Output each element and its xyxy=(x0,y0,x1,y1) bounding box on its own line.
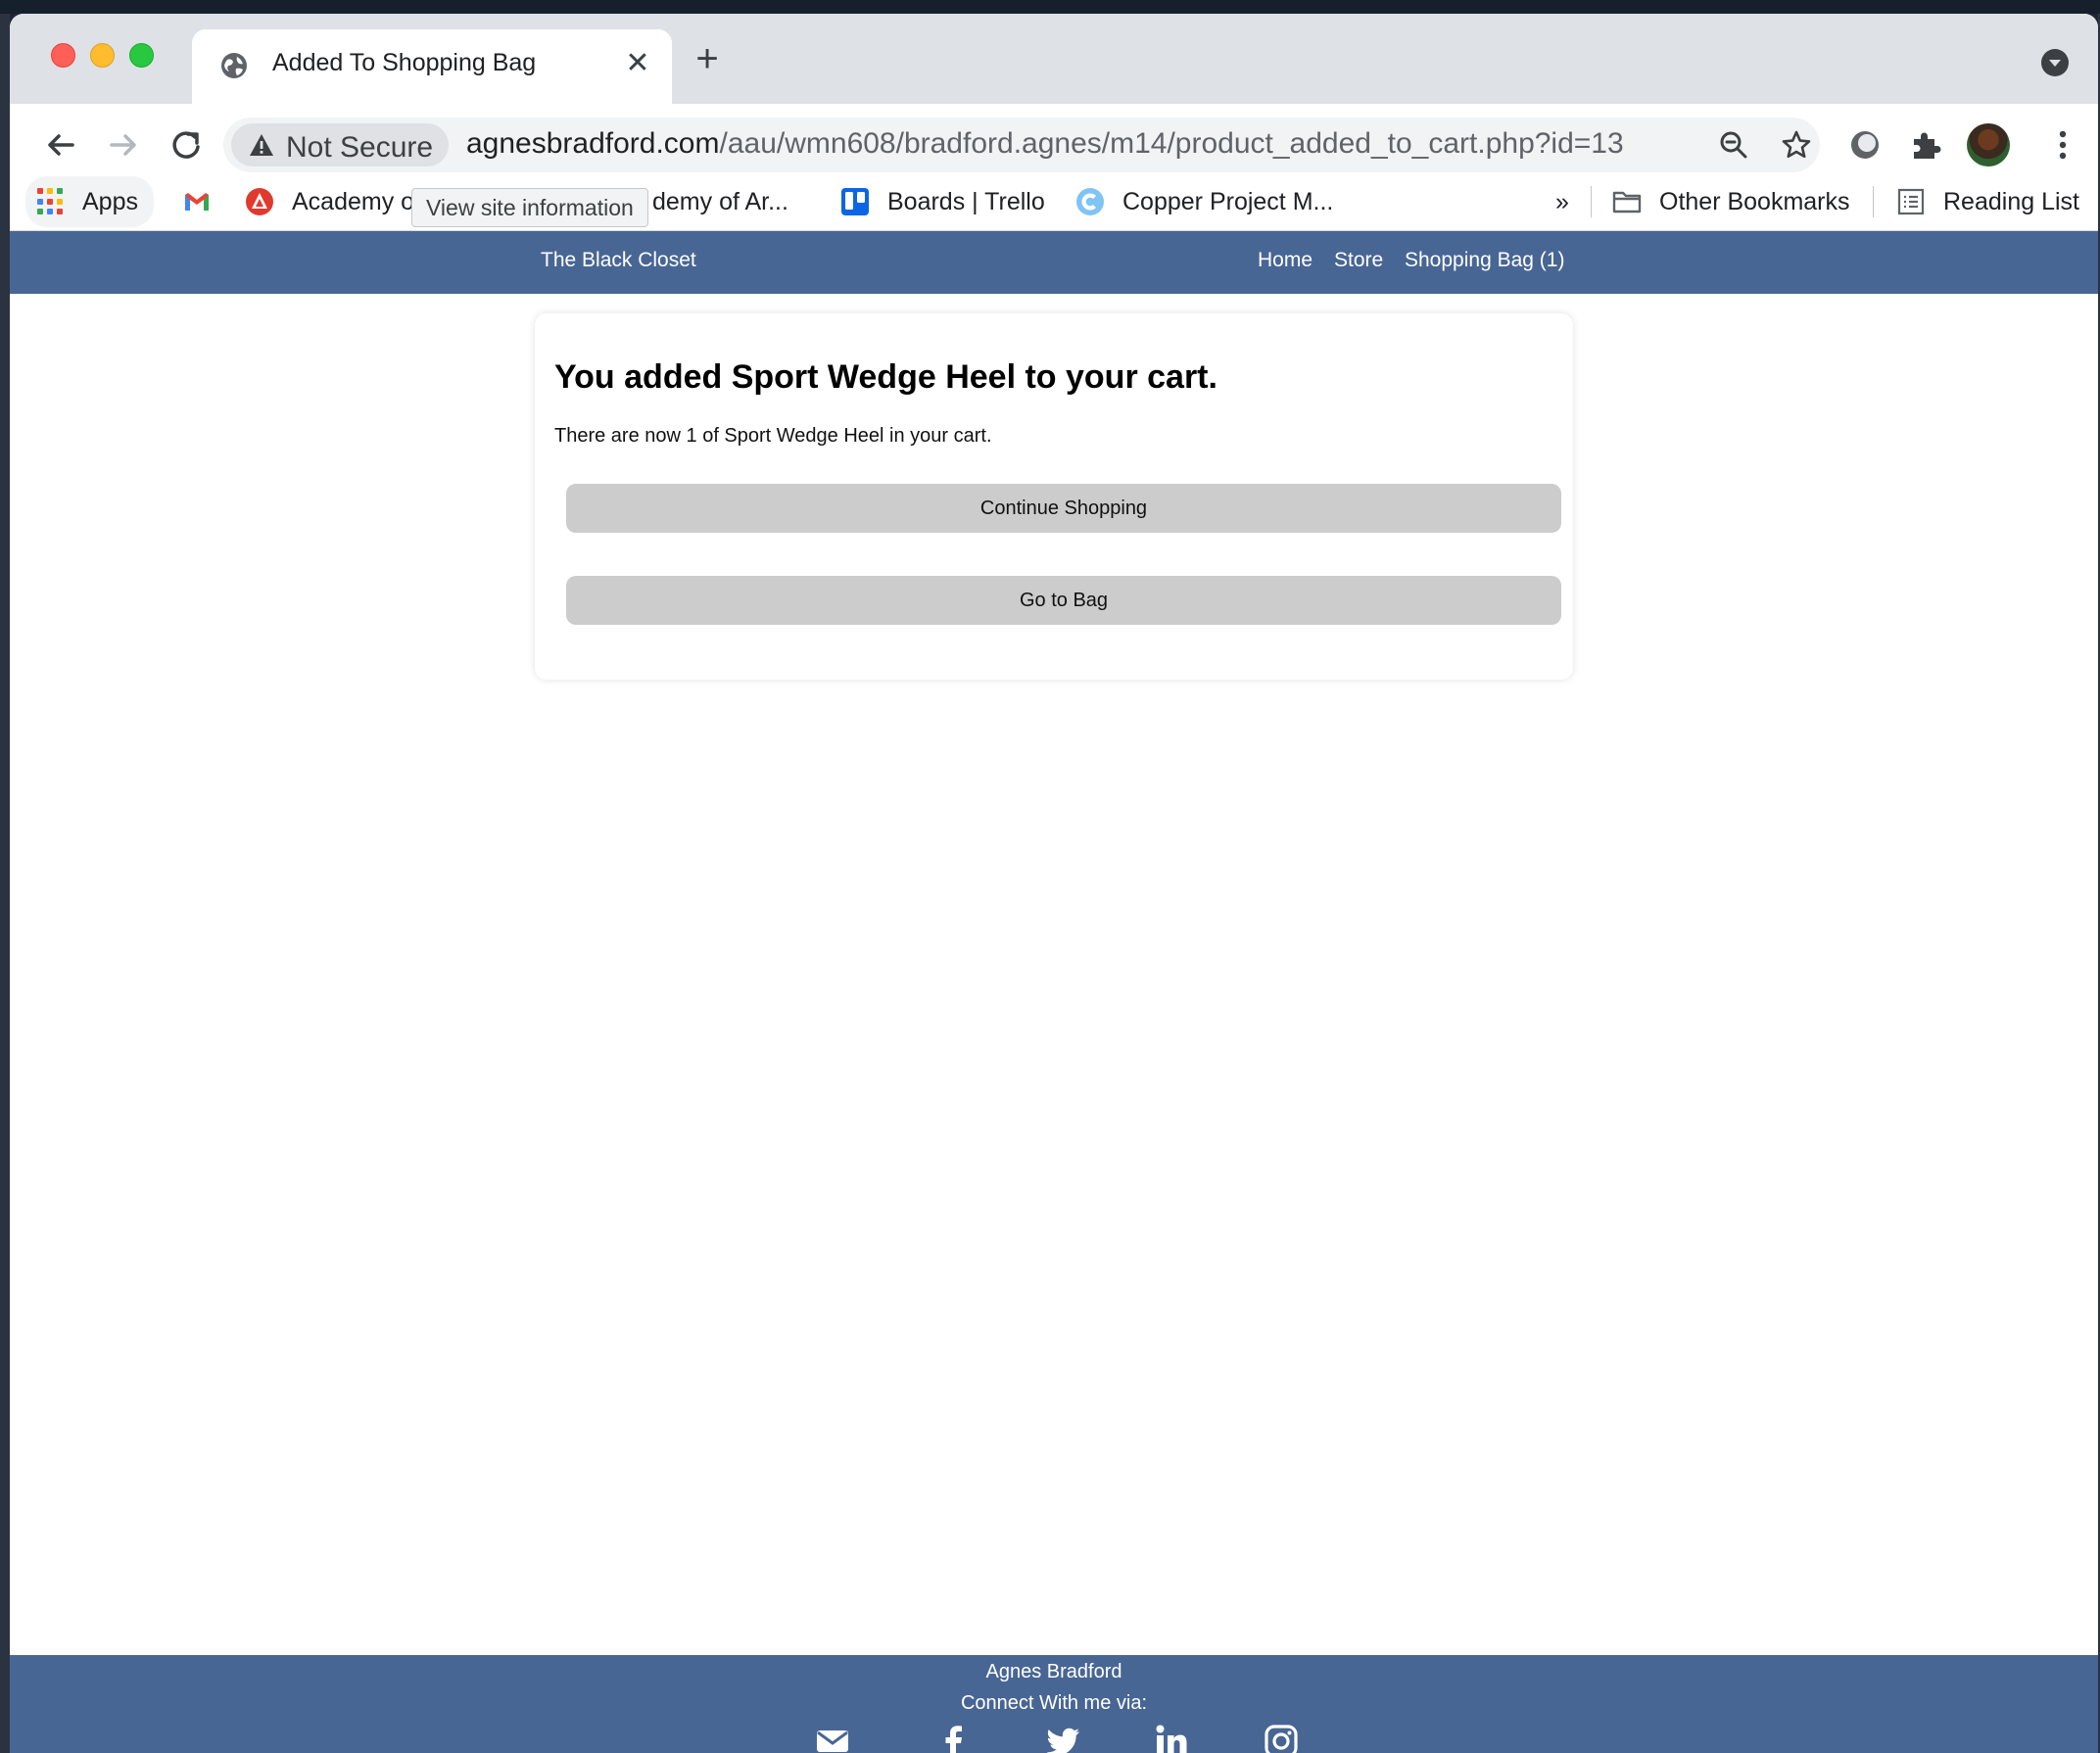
more-menu-icon[interactable] xyxy=(2045,127,2080,163)
tab-title: Added To Shopping Bag xyxy=(272,49,537,76)
bookmark-academy-2-label: demy of Ar... xyxy=(652,187,788,215)
reading-list-divider xyxy=(1873,186,1874,217)
instagram-icon[interactable] xyxy=(1264,1724,1299,1753)
bookmark-star-icon[interactable] xyxy=(1781,129,1812,161)
twitter-icon[interactable] xyxy=(1046,1724,1081,1753)
trello-icon xyxy=(841,188,869,215)
envelope-icon[interactable] xyxy=(815,1724,850,1753)
bookmark-academy-2[interactable]: demy of Ar... xyxy=(652,172,788,231)
bookmark-academy-1[interactable]: Academy of xyxy=(245,172,421,231)
back-arrow-icon[interactable] xyxy=(39,123,82,166)
warning-icon xyxy=(250,134,273,156)
site-footer: Agnes Bradford Connect With me via: xyxy=(10,1655,2098,1753)
reading-list-icon xyxy=(1897,188,1925,215)
nav-store-link[interactable]: Store xyxy=(1334,249,1383,272)
background-window-edge xyxy=(0,14,10,1753)
tab-search-icon[interactable] xyxy=(2041,49,2069,76)
confirmation-title: You added Sport Wedge Heel to your cart. xyxy=(554,358,1217,396)
gmail-icon xyxy=(185,193,209,211)
folder-icon xyxy=(1612,191,1642,213)
zoom-icon[interactable] xyxy=(1718,129,1749,161)
bookmarks-overflow-label: » xyxy=(1555,187,1569,215)
minimize-window-button[interactable] xyxy=(90,43,115,68)
confirmation-message: There are now 1 of Sport Wedge Heel in y… xyxy=(554,425,992,447)
close-tab-icon[interactable]: ✕ xyxy=(623,49,652,78)
academy-logo-icon xyxy=(246,188,273,215)
security-label: Not Secure xyxy=(286,131,434,164)
site-brand-link[interactable]: The Black Closet xyxy=(541,249,696,272)
site-navbar: The Black Closet Home Store Shopping Bag… xyxy=(10,231,2098,294)
maximize-window-button[interactable] xyxy=(129,43,154,68)
footer-connect-text: Connect With me via: xyxy=(960,1692,1148,1714)
bookmarks-divider xyxy=(1591,186,1592,217)
new-tab-button[interactable]: + xyxy=(688,39,727,80)
web-page: The Black Closet Home Store Shopping Bag… xyxy=(10,231,2098,1753)
url-text[interactable]: agnesbradford.com/aau/wmn608/bradford.ag… xyxy=(466,127,1624,161)
continue-shopping-button[interactable]: Continue Shopping xyxy=(566,484,1561,533)
site-info-tooltip: View site information xyxy=(411,188,648,227)
globe-icon xyxy=(221,53,247,78)
bookmark-copper-label: Copper Project M... xyxy=(1122,187,1334,215)
apps-grid-icon xyxy=(37,188,65,215)
bookmarks-bar: Apps Academy of demy of Ar... View site … xyxy=(10,172,2098,231)
bookmark-copper[interactable]: Copper Project M... xyxy=(1075,172,1333,231)
browser-window: Added To Shopping Bag ✕ + Not Secure agn… xyxy=(10,14,2098,1753)
extensions-puzzle-icon[interactable] xyxy=(1908,127,1943,163)
bookmark-reading-list-label: Reading List xyxy=(1943,187,2079,215)
nav-shopping-bag-link[interactable]: Shopping Bag (1) xyxy=(1405,249,1564,272)
bookmark-apps[interactable]: Apps xyxy=(25,176,154,227)
bookmark-other-label: Other Bookmarks xyxy=(1659,187,1850,215)
bookmarks-overflow-button[interactable]: » xyxy=(1555,172,1569,231)
address-bar[interactable]: Not Secure agnesbradford.com/aau/wmn608/… xyxy=(223,118,1820,172)
site-info-button[interactable]: Not Secure xyxy=(231,123,449,166)
reload-icon[interactable] xyxy=(165,123,208,166)
profile-avatar[interactable] xyxy=(1967,123,2010,166)
linkedin-icon[interactable] xyxy=(1154,1724,1189,1753)
bookmark-apps-label: Apps xyxy=(82,187,138,215)
bookmark-gmail[interactable] xyxy=(182,172,212,231)
nav-home-link[interactable]: Home xyxy=(1258,249,1312,272)
bookmark-academy-1-label: Academy of xyxy=(292,187,422,215)
close-window-button[interactable] xyxy=(51,43,75,68)
copper-icon xyxy=(1076,188,1104,215)
bookmark-trello-label: Boards | Trello xyxy=(887,187,1045,215)
active-tab[interactable]: Added To Shopping Bag ✕ xyxy=(192,29,672,104)
tab-strip: Added To Shopping Bag ✕ + xyxy=(10,14,2098,104)
go-to-bag-button[interactable]: Go to Bag xyxy=(566,576,1561,625)
cart-confirmation-card: You added Sport Wedge Heel to your cart.… xyxy=(535,313,1573,680)
desktop-menu-bar xyxy=(0,0,2100,14)
bookmark-other[interactable]: Other Bookmarks xyxy=(1612,172,1850,231)
extension-circle-icon[interactable] xyxy=(1847,127,1883,163)
forward-arrow-icon[interactable] xyxy=(102,123,145,166)
url-path: /aau/wmn608/bradford.agnes/m14/product_a… xyxy=(719,127,1624,160)
footer-author-name: Agnes Bradford xyxy=(985,1661,1122,1682)
bookmark-trello[interactable]: Boards | Trello xyxy=(840,172,1045,231)
bookmark-reading-list[interactable]: Reading List xyxy=(1896,172,2079,231)
url-host: agnesbradford.com xyxy=(466,127,720,160)
facebook-icon[interactable] xyxy=(936,1724,972,1753)
